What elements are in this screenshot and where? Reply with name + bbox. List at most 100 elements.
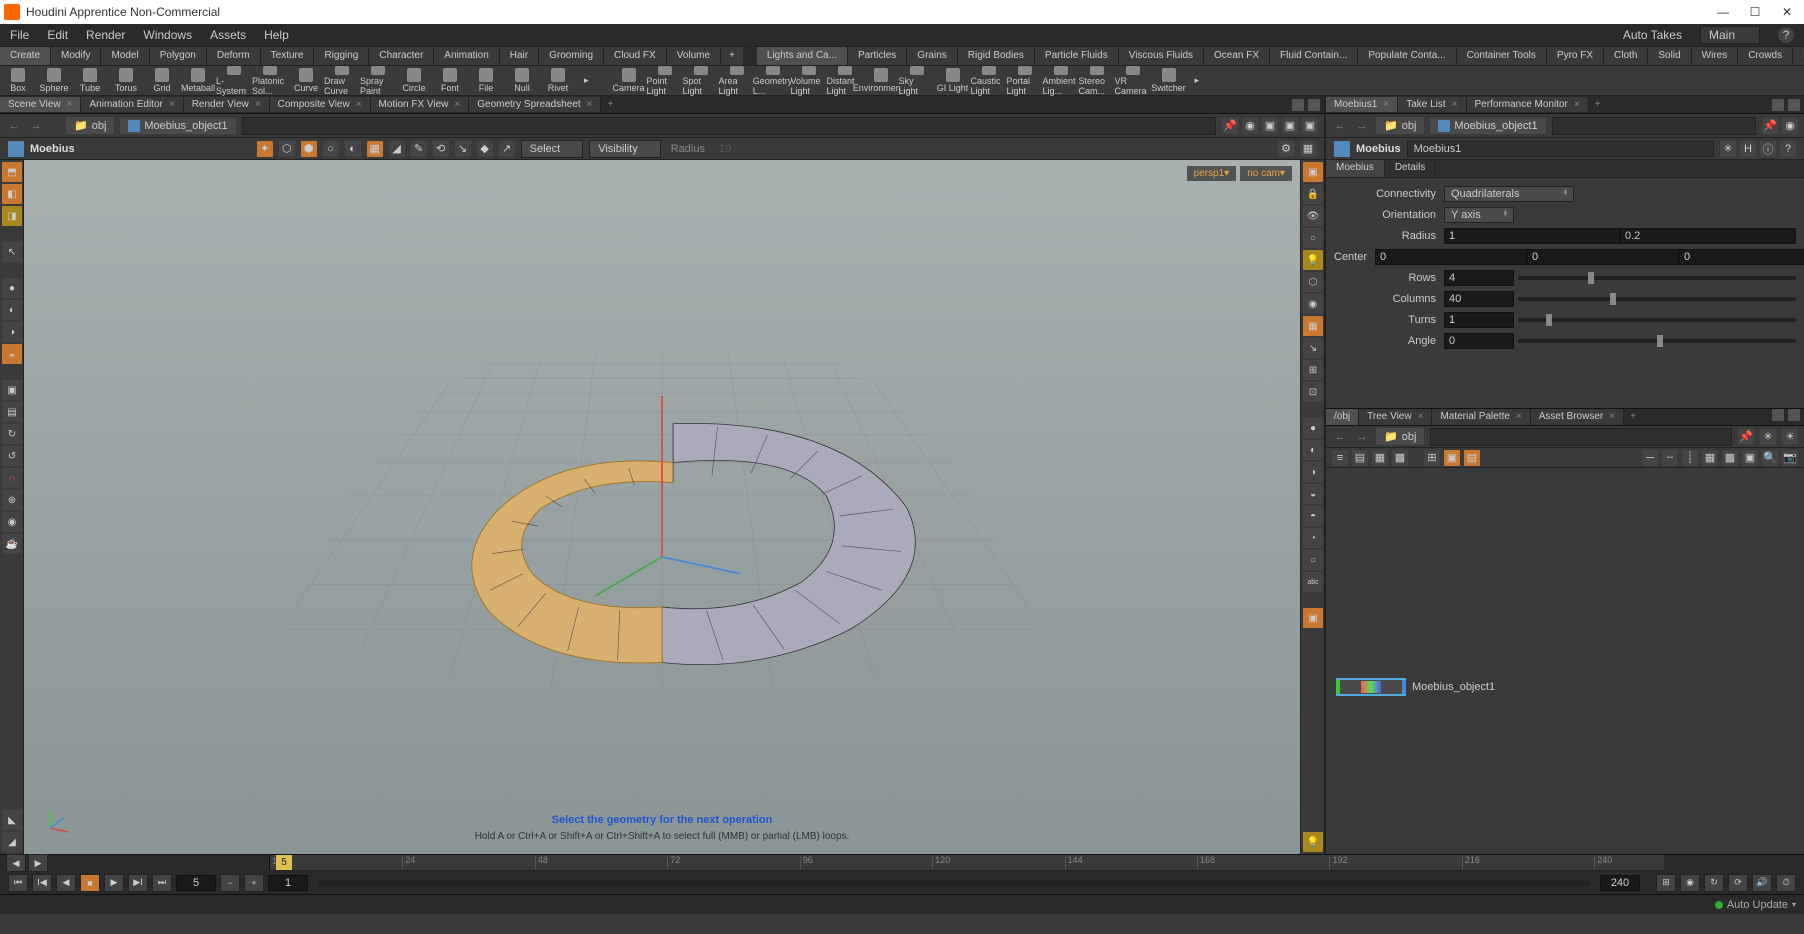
display-tool-icon[interactable]: 👁 [1303,206,1323,226]
display-tool-icon[interactable]: ○ [1303,228,1323,248]
tool-icon[interactable]: ↻ [2,424,22,444]
shelf-tool[interactable]: Torus [108,66,144,96]
param-columns-input[interactable] [1444,291,1514,307]
shelf-cat[interactable]: Container Tools [1457,47,1547,65]
pin-icon[interactable]: 📌 [1738,429,1754,445]
shelf-tool[interactable]: Switcher [1151,66,1187,96]
param-radius2-input[interactable] [1620,228,1796,244]
pane-menu-icon[interactable] [1292,99,1304,111]
path-field[interactable] [242,117,1216,135]
auto-takes-toggle[interactable]: Auto Takes [1623,28,1682,42]
nw-tool-icon[interactable]: ▩ [1392,450,1408,466]
pane-maximize-icon[interactable] [1788,409,1800,421]
path-crumb-node[interactable]: Moebius_object1 [1430,118,1545,134]
shelf-cat[interactable]: Crowds [1738,47,1793,65]
select-tool-icon[interactable]: ↖ [2,242,22,262]
shelf-cat[interactable]: Cloth [1604,47,1648,65]
magnet-tool-icon[interactable]: ∩ [2,468,22,488]
menu-assets[interactable]: Assets [210,28,246,42]
shelf-tool[interactable]: Caustic Light [971,66,1007,96]
nw-tool-icon[interactable]: ▤ [1464,450,1480,466]
prev-key-button[interactable]: Ⅰ◀ [32,874,52,892]
frame-dec-button[interactable]: − [220,874,240,892]
tool-icon[interactable]: ◉ [2,512,22,532]
nw-tool-icon[interactable]: ⊞ [1424,450,1440,466]
shelf-more-icon[interactable]: + [721,47,743,65]
shelf-cat[interactable]: Viscous Fluids [1119,47,1204,65]
menu-edit[interactable]: Edit [47,28,68,42]
first-frame-button[interactable]: ⏮ [8,874,28,892]
shelf-tool[interactable]: Ambient Lig... [1043,66,1079,96]
close-icon[interactable]: × [67,99,73,110]
network-node-body[interactable] [1336,678,1406,696]
nav-forward-icon[interactable]: → [1354,118,1370,134]
tool-icon[interactable]: ▣ [2,380,22,400]
shelf-cat[interactable]: Animation [434,47,499,65]
snap-icon[interactable]: ✎ [411,141,427,157]
snap-icon[interactable]: ◐ [345,141,361,157]
param-center-x-input[interactable] [1375,249,1527,265]
stop-button[interactable]: ■ [80,874,100,892]
shelf-cat[interactable]: Rigging [314,47,369,65]
menu-windows[interactable]: Windows [143,28,192,42]
shelf-tool[interactable]: Sky Light [899,66,935,96]
param-tab-moebius[interactable]: Moebius [1326,160,1385,177]
tl-opt-icon[interactable]: ⏱ [1776,874,1796,892]
shelf-cat[interactable]: Drive Simulation [1793,47,1804,65]
tool-icon[interactable]: ☕ [2,534,22,554]
nw-tool-icon[interactable]: ▦ [1702,450,1718,466]
frame-inc-button[interactable]: + [244,874,264,892]
shelf-tool[interactable]: Portal Light [1007,66,1043,96]
display-tool-icon[interactable]: ◔ [1303,528,1323,548]
gear-icon[interactable]: ✳ [1720,141,1736,157]
shelf-scroll-icon[interactable]: ▸ [576,72,597,89]
tl-opt-icon[interactable]: 🔊 [1752,874,1772,892]
nw-tool-icon[interactable]: ─ [1642,450,1658,466]
shelf-tool[interactable]: Geometry L... [755,66,791,96]
play-back-button[interactable]: ◀ [56,874,76,892]
tl-opt-icon[interactable]: ◉ [1680,874,1700,892]
snap-icon[interactable]: ⬢ [301,141,317,157]
update-mode-dropdown[interactable]: Auto Update ▾ [1715,899,1796,911]
help-icon[interactable]: ? [1780,141,1796,157]
shelf-tool[interactable]: Camera [611,66,647,96]
shelf-cat[interactable]: Grooming [539,47,604,65]
visibility-dropdown[interactable]: Visibility [589,140,661,158]
display-tool-icon[interactable]: abc [1303,572,1323,592]
shelf-tool[interactable]: Font [432,66,468,96]
tool-icon[interactable]: ▤ [2,402,22,422]
add-tab-button[interactable]: + [1589,97,1607,112]
shelf-tool[interactable]: L-System [216,66,252,96]
tab-take-list[interactable]: Take List× [1398,97,1466,112]
menu-help[interactable]: Help [264,28,289,42]
network-view[interactable]: Moebius_object1 [1326,468,1804,854]
param-turns-slider[interactable] [1518,318,1796,322]
tl-opt-icon[interactable]: ↻ [1704,874,1724,892]
shelf-tool[interactable]: Draw Curve [324,66,360,96]
view-tool-icon[interactable]: ⬒ [2,162,22,182]
tool-icon[interactable]: ◑ [2,322,22,342]
path-field[interactable] [1430,428,1732,446]
menu-render[interactable]: Render [86,28,125,42]
tool-icon[interactable]: ↺ [2,446,22,466]
shelf-cat[interactable]: Particles [848,47,907,65]
shelf-tool[interactable]: Null [504,66,540,96]
shelf-cat[interactable]: Grains [907,47,957,65]
viewport[interactable]: persp1▾ no cam▾ Select the geometry for … [24,160,1300,854]
shelf-cat[interactable]: Populate Conta... [1358,47,1456,65]
path-field[interactable] [1552,117,1756,135]
nw-tool-icon[interactable]: ▤ [1352,450,1368,466]
display-tool-icon[interactable]: ◐ [1303,440,1323,460]
snap-icon[interactable]: ↗ [499,141,515,157]
path-icon[interactable]: ▣ [1302,118,1318,134]
snap-icon[interactable]: ◆ [477,141,493,157]
shelf-tool[interactable]: Point Light [647,66,683,96]
play-button[interactable]: ▶ [104,874,124,892]
range-end-button[interactable]: ▶ [28,854,48,872]
shelf-tool[interactable]: Tube [72,66,108,96]
display-tool-icon[interactable]: ⊞ [1303,360,1323,380]
shelf-cat[interactable]: Texture [261,47,315,65]
path-crumb-node[interactable]: Moebius_object1 [120,118,235,134]
shelf-tool[interactable]: Spot Light [683,66,719,96]
maximize-button[interactable]: ☐ [1748,5,1762,19]
